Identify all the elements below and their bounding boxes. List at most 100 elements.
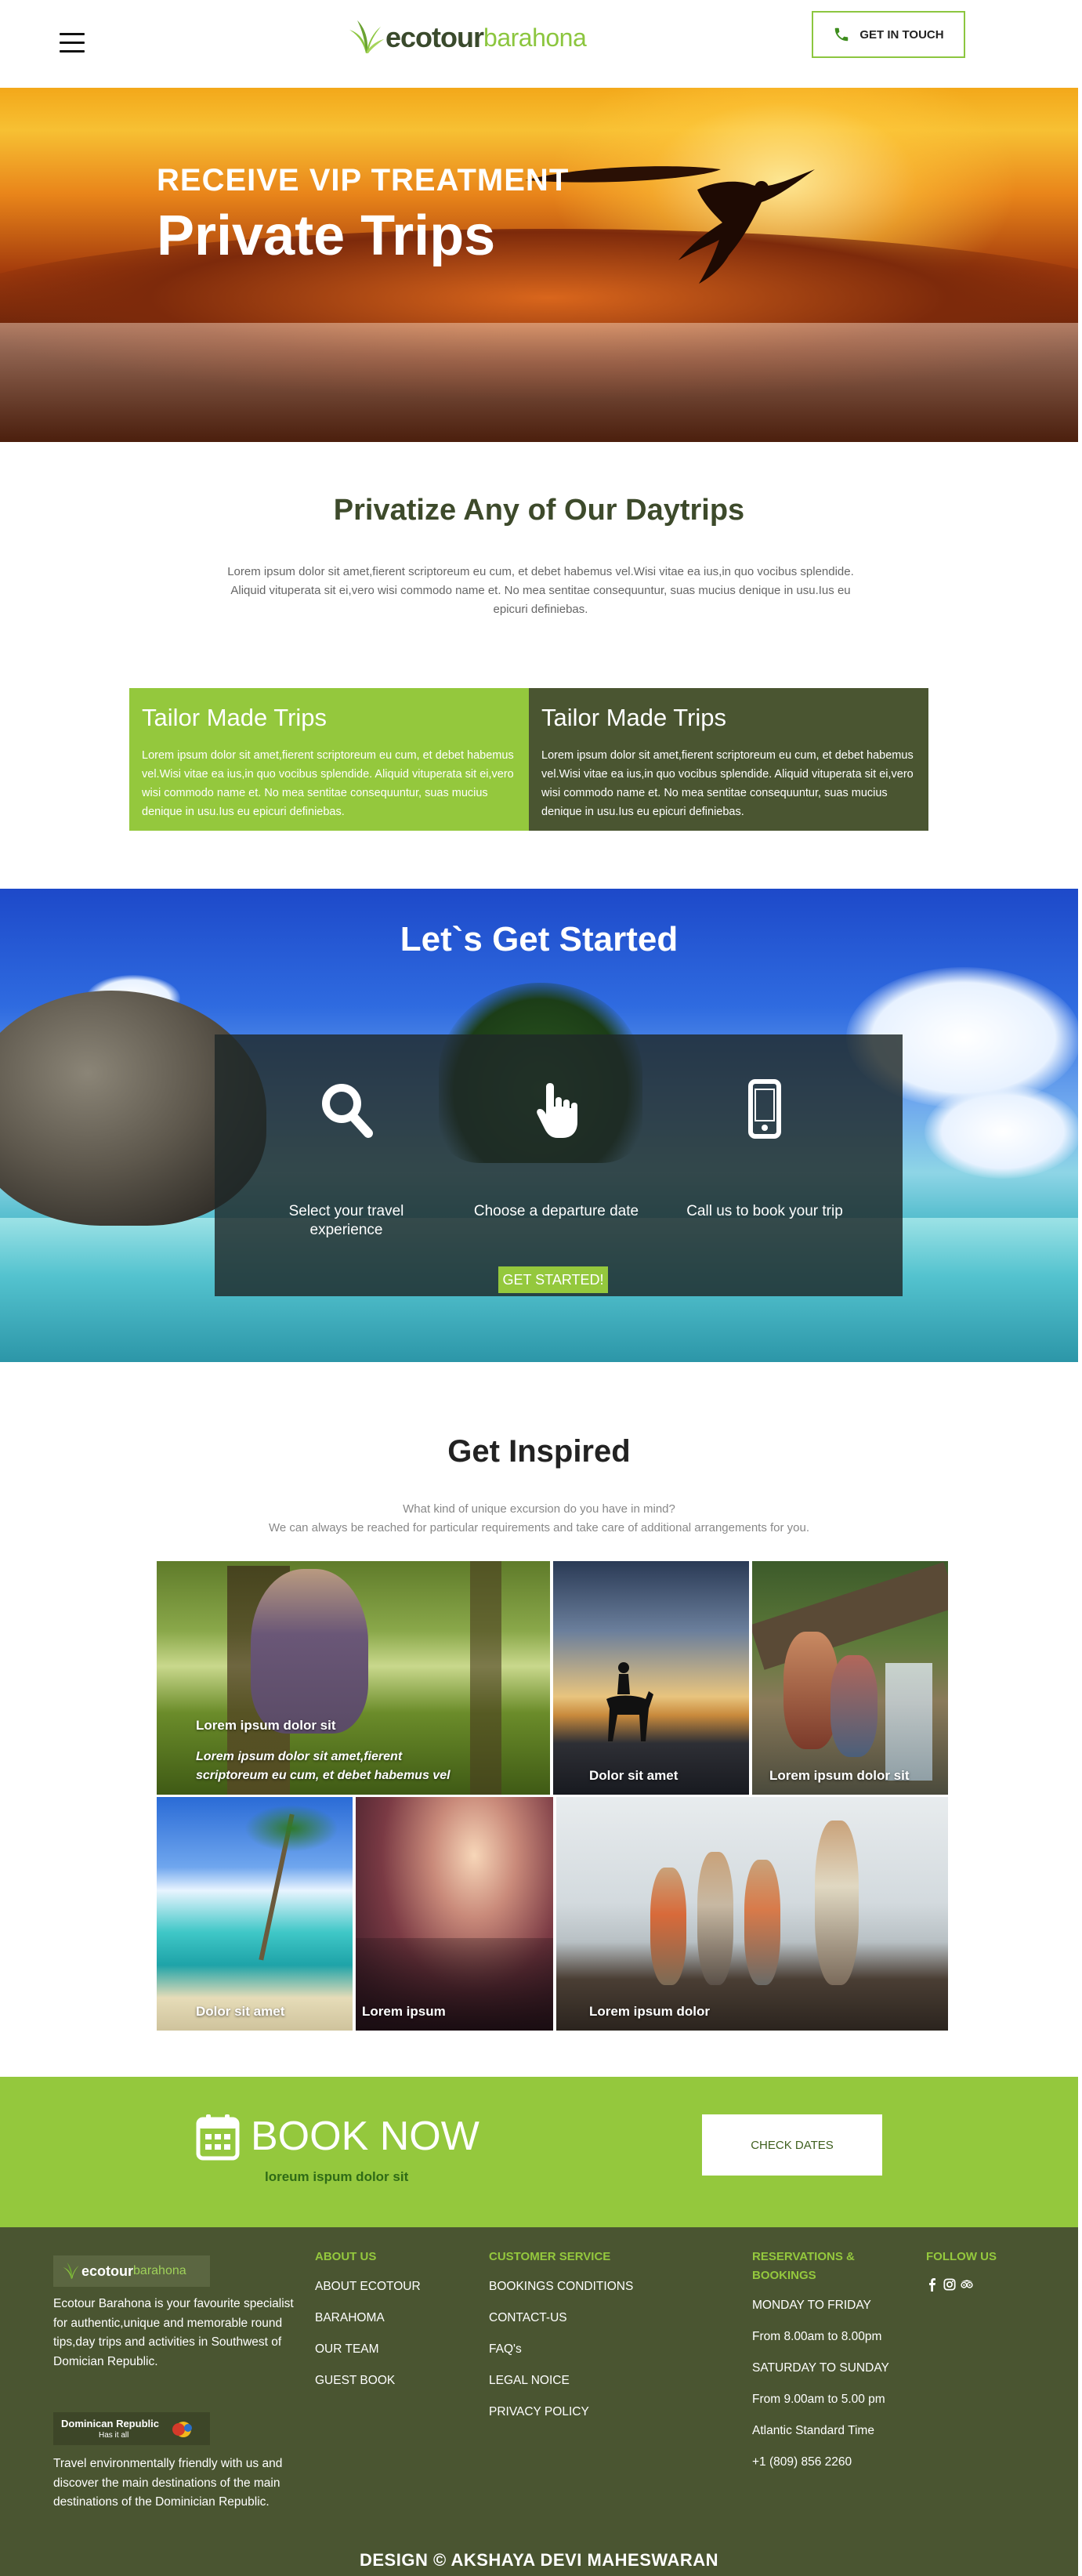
footer-link[interactable]: FAQ's — [489, 2340, 693, 2359]
opening-hours: From 9.00am to 5.00 pm — [752, 2393, 885, 2406]
palm-leaves — [244, 1805, 338, 1852]
footer-logo-eco: ecotour — [81, 2263, 134, 2279]
step-call-us[interactable]: Call us to book your trip — [679, 1078, 851, 1221]
tree-trunk — [470, 1561, 501, 1795]
footer-follow-column: FOLLOW US — [926, 2248, 1036, 2292]
inspired-subtitle-line2: We can always be reached for particular … — [268, 1521, 810, 1534]
get-started-heading: Let`s Get Started — [400, 920, 679, 958]
dr-badge-tagline: Has it all — [99, 2431, 129, 2440]
opening-days: SATURDAY TO SUNDAY — [752, 2361, 889, 2375]
get-started-section: Let`s Get Started Select your travel exp… — [0, 889, 1078, 1362]
instagram-icon[interactable] — [943, 2277, 956, 2292]
timezone: Atlantic Standard Time — [752, 2424, 874, 2437]
opening-days: MONDAY TO FRIDAY — [752, 2299, 871, 2312]
search-icon — [322, 1084, 373, 1138]
tailor-made-card-dark: Tailor Made Trips Lorem ipsum dolor sit … — [529, 688, 928, 831]
privatize-heading: Privatize Any of Our Daytrips — [333, 494, 745, 527]
footer-column-heading: ABOUT US — [315, 2250, 377, 2263]
footer-reservations-column: RESERVATIONS & BOOKINGS MONDAY TO FRIDAY… — [752, 2248, 893, 2484]
facebook-icon[interactable] — [926, 2277, 939, 2292]
footer-column-heading: FOLLOW US — [926, 2250, 997, 2263]
book-now-subtitle: loreum ispum dolor sit — [265, 2169, 409, 2184]
dr-badge-title: Dominican Republic — [61, 2418, 159, 2429]
get-started-button[interactable]: GET STARTED! — [498, 1266, 608, 1293]
logo-place-text: barahona — [483, 23, 587, 52]
steps-panel: Select your travel experience Choose a d… — [215, 1034, 903, 1296]
inspire-tile-friends[interactable]: Lorem ipsum dolor — [556, 1797, 948, 2031]
footer-link[interactable]: BOOKINGS CONDITIONS — [489, 2277, 693, 2296]
mobile-phone-icon — [748, 1079, 781, 1139]
tile-description: Lorem ipsum dolor sit amet,fierent scrip… — [196, 1750, 451, 1782]
inspire-tile-hikers[interactable]: Lorem ipsum dolor sit — [752, 1561, 948, 1795]
step-label: Select your travel experience — [288, 1203, 404, 1238]
footer-column-heading: CUSTOMER SERVICE — [489, 2250, 611, 2263]
inspired-subtitle: What kind of unique excursion do you hav… — [0, 1500, 1078, 1538]
site-logo[interactable]: ecotour barahona — [346, 19, 587, 56]
get-in-touch-button[interactable]: GET IN TOUCH — [812, 11, 965, 58]
social-icons — [926, 2277, 1036, 2292]
tile-label: Lorem ipsum dolor sit — [196, 1718, 336, 1733]
footer-logo-place: barahona — [133, 2264, 186, 2277]
footer-travel-text: Travel environmentally friendly with us … — [53, 2457, 283, 2509]
tailor-made-text: Lorem ipsum dolor sit amet,fierent scrip… — [541, 749, 914, 818]
footer-link[interactable]: BARAHOMA — [315, 2309, 456, 2328]
footer-logo[interactable]: ecotour barahona — [53, 2255, 210, 2287]
footer-link[interactable]: OUR TEAM — [315, 2340, 456, 2359]
hero-title: Private Trips — [157, 205, 496, 267]
opening-hours: From 8.00am to 8.00pm — [752, 2330, 882, 2343]
footer-link[interactable]: LEGAL NOICE — [489, 2371, 693, 2390]
dominican-republic-badge: Dominican Republic Has it all — [53, 2412, 210, 2445]
grass-logo-icon — [63, 2263, 79, 2279]
tile-label: Lorem ipsum — [362, 2004, 446, 2019]
step-select-experience[interactable]: Select your travel experience — [260, 1078, 432, 1240]
tailor-made-text: Lorem ipsum dolor sit amet,fierent scrip… — [142, 749, 514, 818]
inspired-subtitle-line1: What kind of unique excursion do you hav… — [403, 1502, 675, 1516]
design-credit: DESIGN © AKSHAYA DEVI MAHESWARAN — [359, 2550, 719, 2570]
calendar-icon — [196, 2114, 240, 2161]
tailor-made-card-green: Tailor Made Trips Lorem ipsum dolor sit … — [129, 688, 529, 831]
rider-silhouette-image — [606, 1662, 653, 1741]
tree-branch — [752, 1562, 948, 1670]
friend-figure — [697, 1852, 733, 1985]
tile-label: Lorem ipsum dolor — [589, 2004, 710, 2019]
tile-label: Lorem ipsum dolor sit — [769, 1768, 910, 1783]
tile-label: Dolor sit amet — [196, 2004, 285, 2019]
friend-figure — [744, 1860, 780, 1985]
tile-label: Dolor sit amet — [589, 1768, 679, 1783]
footer-link[interactable]: GUEST BOOK — [315, 2371, 456, 2390]
tailor-made-title: Tailor Made Trips — [541, 704, 727, 731]
hamburger-menu-icon[interactable] — [60, 33, 85, 56]
cloud — [925, 1085, 1078, 1179]
step-choose-date[interactable]: Choose a departure date — [470, 1078, 642, 1221]
wave-foam — [0, 323, 1078, 442]
dr-flag-icon — [172, 2422, 192, 2437]
step-label: Call us to book your trip — [686, 1203, 843, 1219]
hero-banner: RECEIVE VIP TREATMENT Private Trips — [0, 88, 1078, 442]
book-now-title[interactable]: BOOK NOW — [251, 2113, 479, 2160]
friend-figure — [815, 1821, 859, 1985]
footer-link[interactable]: ABOUT ECOTOUR — [315, 2277, 456, 2296]
inspire-tile-forest[interactable]: Lorem ipsum dolor sit Lorem ipsum dolor … — [157, 1561, 550, 1795]
check-dates-button[interactable]: CHECK DATES — [702, 2114, 882, 2176]
tripadvisor-icon[interactable] — [961, 2277, 973, 2292]
logo-eco-text: ecotour — [385, 21, 484, 53]
footer-link[interactable]: PRIVACY POLICY — [489, 2403, 693, 2422]
footer-customer-service-column: CUSTOMER SERVICE BOOKINGS CONDITIONS CON… — [489, 2248, 693, 2434]
footer-link[interactable]: CONTACT-US — [489, 2309, 693, 2328]
footer-about-us-column: ABOUT US ABOUT ECOTOUR BARAHOMA OUR TEAM… — [315, 2248, 456, 2403]
hand-pointer-icon — [537, 1083, 577, 1138]
site-footer: ecotour barahona Ecotour Barahona is you… — [0, 2227, 1078, 2576]
privatize-description: Lorem ipsum dolor sit amet,fierent scrip… — [227, 565, 854, 616]
friend-figure — [650, 1868, 686, 1985]
hiker-figure — [830, 1655, 878, 1757]
get-in-touch-label: GET IN TOUCH — [859, 27, 944, 42]
tailor-made-title: Tailor Made Trips — [142, 704, 327, 731]
site-header: ecotour barahona GET IN TOUCH — [0, 0, 1082, 88]
hero-kicker: RECEIVE VIP TREATMENT — [157, 163, 570, 197]
inspire-tile-concert[interactable]: Lorem ipsum — [356, 1797, 553, 2031]
inspire-tile-beach[interactable]: Dolor sit amet — [157, 1797, 353, 2031]
phone-number[interactable]: +1 (809) 856 2260 — [752, 2453, 893, 2472]
inspire-tile-rider[interactable]: Dolor sit amet — [553, 1561, 749, 1795]
phone-icon — [835, 27, 849, 42]
waterfall — [885, 1663, 932, 1781]
